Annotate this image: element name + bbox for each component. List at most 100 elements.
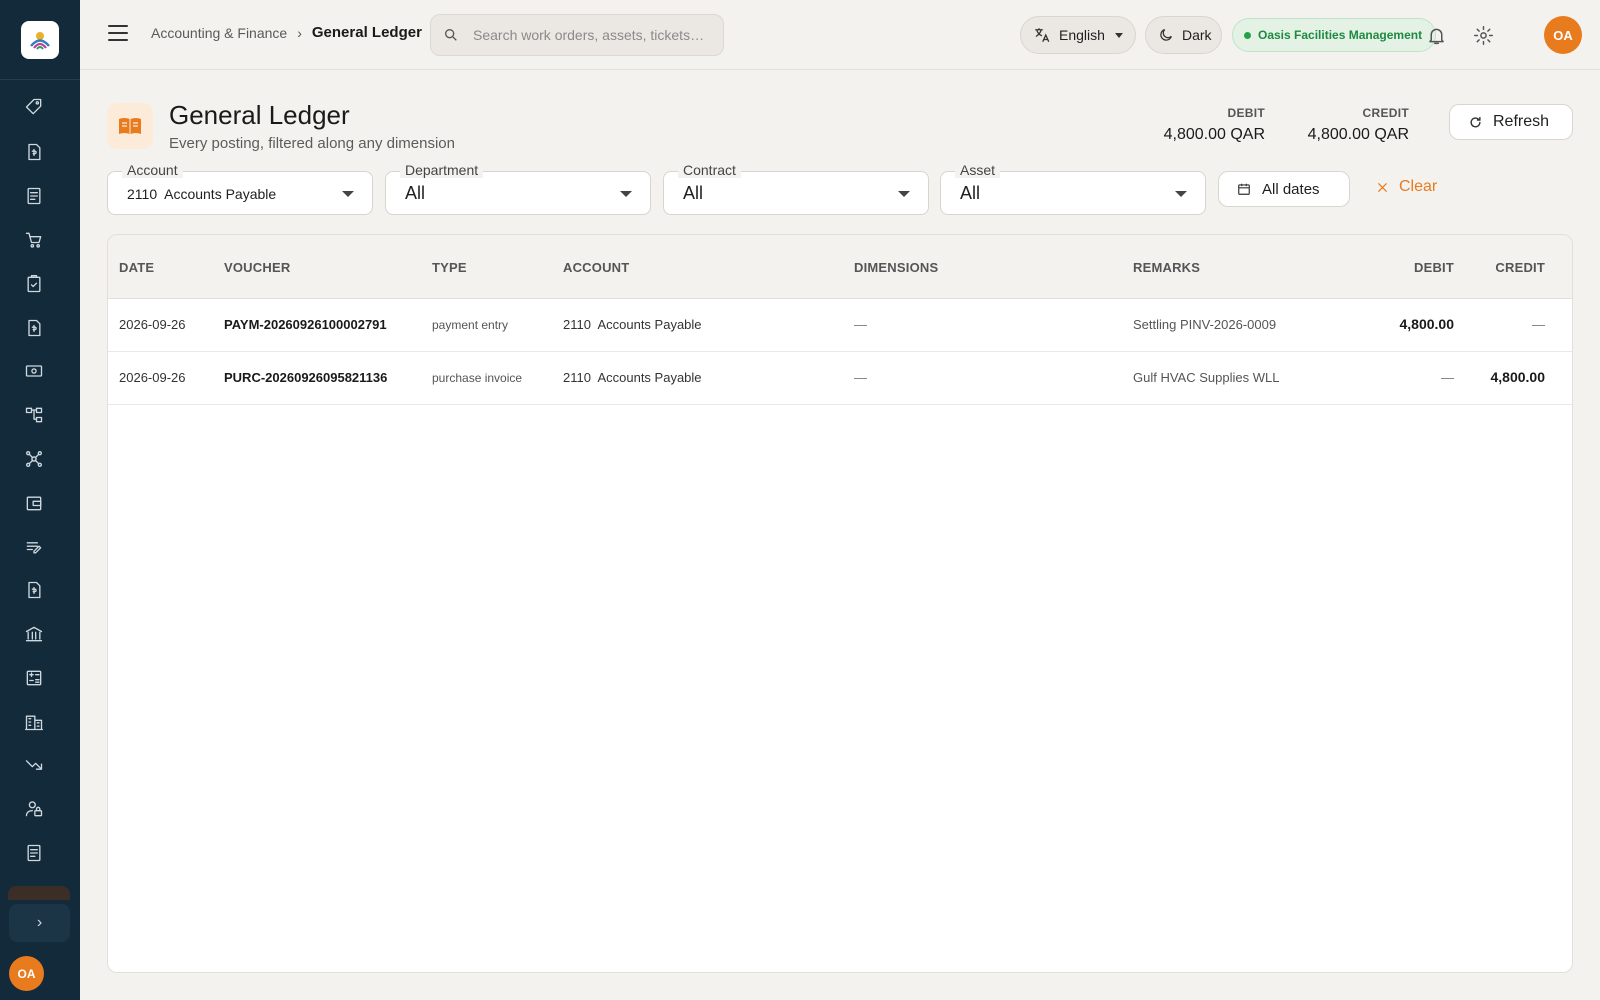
breadcrumb-parent[interactable]: Accounting & Finance (151, 25, 287, 41)
account-select-value: 2110 Accounts Payable (127, 186, 277, 202)
payments-icon[interactable] (22, 359, 46, 383)
cell-voucher[interactable]: PAYM-20260926100002791 (224, 317, 387, 332)
caret-down-icon (898, 191, 910, 197)
asset-select[interactable]: Asset All (940, 162, 1206, 215)
translate-icon (1035, 28, 1050, 43)
debit-total-label: DEBIT (1227, 106, 1265, 120)
cart-icon[interactable] (22, 228, 46, 252)
refresh-button[interactable]: Refresh (1449, 104, 1573, 140)
caret-down-icon (1175, 191, 1187, 197)
cell-date: 2026-09-26 (119, 317, 186, 332)
table-row[interactable]: 2026-09-26 PURC-20260926095821136 purcha… (108, 352, 1572, 405)
credit-total-value: 4,800.00 QAR (1307, 126, 1409, 143)
column-header-debit[interactable]: DEBIT (1414, 260, 1454, 275)
search-box[interactable] (430, 14, 724, 56)
cell-type: purchase invoice (432, 371, 523, 385)
bank-icon[interactable] (22, 622, 46, 646)
ledger-table: DATE VOUCHER TYPE ACCOUNT DIMENSIONS REM… (107, 234, 1573, 973)
chevron-right-icon: › (36, 914, 43, 931)
language-selector[interactable]: English (1020, 16, 1136, 54)
trending-down-icon[interactable] (22, 753, 46, 777)
column-header-date[interactable]: DATE (119, 260, 154, 275)
cell-voucher[interactable]: PURC-20260926095821136 (224, 370, 387, 385)
topbar: Accounting & Finance › General Ledger En… (80, 0, 1600, 70)
gear-icon[interactable] (1470, 22, 1496, 48)
table-header: DATE VOUCHER TYPE ACCOUNT DIMENSIONS REM… (108, 235, 1572, 299)
account-select[interactable]: Account 2110 Accounts Payable (107, 162, 373, 215)
contract-select-value: All (683, 183, 704, 203)
edit-notes-icon[interactable] (22, 535, 46, 559)
cell-credit: — (1532, 317, 1545, 332)
calendar-icon (1238, 183, 1250, 195)
receipt-icon[interactable] (22, 316, 46, 340)
contract-select[interactable]: Contract All (663, 162, 929, 215)
clipboard-check-icon[interactable] (22, 272, 46, 296)
user-avatar[interactable]: OA (1544, 16, 1582, 54)
book-icon (107, 103, 153, 149)
clear-filters-label: Clear (1399, 178, 1438, 195)
organization-name: Oasis Facilities Management (1258, 28, 1423, 42)
journal-icon[interactable] (22, 841, 46, 865)
chevron-right-icon: › (297, 24, 302, 41)
bell-icon[interactable] (1423, 22, 1449, 48)
tag-icon[interactable] (22, 95, 46, 119)
building-icon[interactable] (22, 710, 46, 734)
cell-remarks: Gulf HVAC Supplies WLL (1133, 370, 1280, 385)
theme-label: Dark (1182, 27, 1212, 43)
date-range-button[interactable]: All dates (1218, 171, 1350, 207)
cell-account: 2110 Accounts Payable (563, 317, 702, 332)
cell-account: 2110 Accounts Payable (563, 370, 702, 385)
column-header-voucher[interactable]: VOUCHER (224, 260, 290, 275)
cell-remarks: Settling PINV-2026-0009 (1133, 317, 1277, 332)
page-subtitle: Every posting, filtered along any dimens… (169, 135, 455, 152)
clear-filters-button[interactable]: Clear (1376, 178, 1437, 196)
column-header-account[interactable]: ACCOUNT (563, 260, 629, 275)
column-header-credit[interactable]: CREDIT (1495, 260, 1545, 275)
sidebar: › OA (0, 0, 80, 1000)
sidebar-avatar[interactable]: OA (9, 956, 44, 991)
wallet-icon[interactable] (22, 491, 46, 515)
account-select-label: Account (122, 162, 183, 178)
refresh-icon (1470, 116, 1481, 127)
expand-sidebar-button[interactable]: › (9, 904, 70, 942)
column-header-remarks[interactable]: REMARKS (1133, 260, 1200, 275)
department-select-label: Department (400, 162, 484, 178)
moon-icon (1160, 29, 1172, 41)
credit-total-label: CREDIT (1362, 106, 1409, 120)
logo-container (0, 0, 80, 80)
calculator-icon[interactable] (22, 666, 46, 690)
contract-select-label: Contract (678, 162, 741, 178)
document-dollar-icon[interactable] (22, 578, 46, 602)
refresh-label: Refresh (1493, 113, 1550, 130)
theme-toggle[interactable]: Dark (1145, 16, 1222, 54)
department-select[interactable]: Department All (385, 162, 651, 215)
page-title: General Ledger (169, 100, 350, 130)
cell-dimensions: — (854, 370, 867, 385)
breadcrumb-current: General Ledger (311, 24, 422, 41)
cell-type: payment entry (432, 318, 509, 332)
caret-down-icon (620, 191, 632, 197)
asset-select-label: Asset (955, 162, 1001, 178)
invoice-icon[interactable] (22, 140, 46, 164)
column-header-type[interactable]: TYPE (432, 260, 467, 275)
cell-dimensions: — (854, 317, 867, 332)
search-input[interactable] (473, 27, 713, 43)
close-icon (1378, 182, 1387, 192)
network-icon[interactable] (22, 447, 46, 471)
hierarchy-icon[interactable] (22, 403, 46, 427)
menu-icon[interactable] (108, 25, 128, 41)
debit-total-value: 4,800.00 QAR (1163, 126, 1265, 143)
ledger-book-icon[interactable] (22, 184, 46, 208)
cell-debit: — (1441, 370, 1454, 385)
cell-credit: 4,800.00 (1490, 369, 1546, 385)
lock-person-icon[interactable] (22, 797, 46, 821)
organization-badge[interactable]: Oasis Facilities Management (1232, 18, 1436, 52)
cell-debit: 4,800.00 (1399, 316, 1455, 332)
column-header-dimensions[interactable]: DIMENSIONS (854, 260, 938, 275)
caret-down-icon (1114, 32, 1123, 38)
table-row[interactable]: 2026-09-26 PAYM-20260926100002791 paymen… (108, 299, 1572, 352)
active-nav-indicator (8, 886, 70, 900)
breadcrumb: Accounting & Finance › General Ledger (151, 24, 422, 41)
app-logo[interactable] (21, 20, 59, 59)
credit-total: CREDIT 4,800.00 QAR (1308, 106, 1409, 144)
